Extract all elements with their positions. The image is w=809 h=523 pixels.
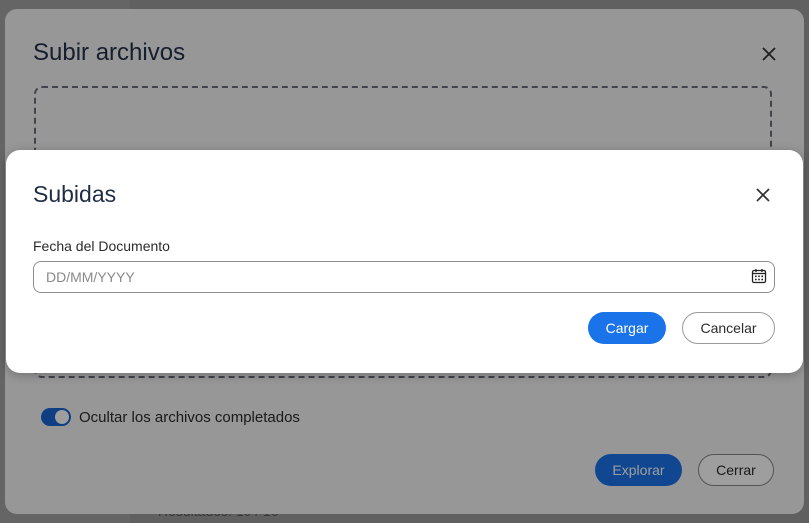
close-icon[interactable] xyxy=(754,186,772,204)
cancel-button[interactable]: Cancelar xyxy=(682,312,775,344)
document-date-label: Fecha del Documento xyxy=(33,238,170,254)
uploads-dialog-title: Subidas xyxy=(33,181,117,207)
upload-submit-button[interactable]: Cargar xyxy=(588,312,666,344)
calendar-icon[interactable] xyxy=(751,268,767,284)
uploads-dialog: Subidas Fecha del Documento Cargar Cance… xyxy=(6,150,803,373)
document-date-input[interactable] xyxy=(34,262,758,292)
document-date-field xyxy=(33,261,775,293)
